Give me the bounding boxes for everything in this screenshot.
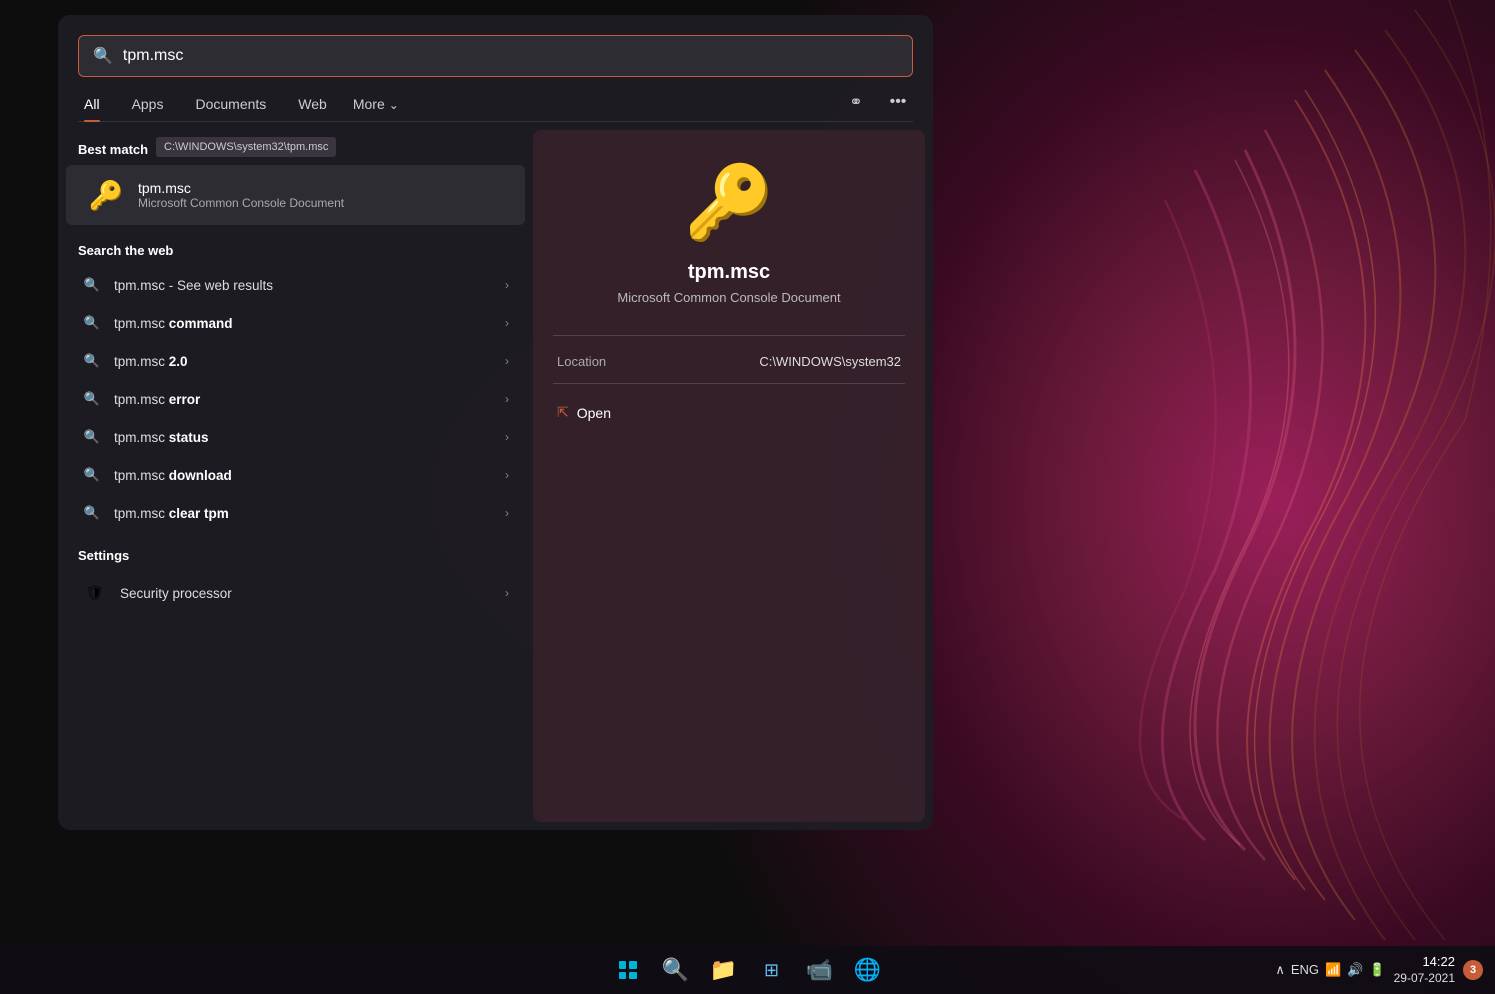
tab-action-icons: ⚭ ••• — [841, 87, 913, 121]
web-search-arrow-2: › — [505, 354, 509, 368]
taskbar: 🔍 📁 ⊞ 📹 🌐 ∧ ENG 📶 🔊 🔋 14:22 29-07-20 — [0, 946, 1495, 994]
search-bar: 🔍 — [78, 35, 913, 77]
location-value: C:\WINDOWS\system32 — [759, 354, 901, 369]
web-search-icon-0: 🔍 — [82, 275, 102, 295]
best-match-desc: Microsoft Common Console Document — [138, 196, 344, 210]
web-search-arrow-1: › — [505, 316, 509, 330]
location-label: Location — [557, 354, 606, 369]
web-search-text-2: tpm.msc 2.0 — [114, 354, 505, 369]
tab-web[interactable]: Web — [282, 88, 343, 120]
taskbar-center: 🔍 📁 ⊞ 📹 🌐 — [606, 948, 890, 992]
right-panel-divider-bottom — [553, 383, 905, 384]
taskbar-widgets-icon: ⊞ — [764, 960, 779, 981]
web-search-icon-1: 🔍 — [82, 313, 102, 333]
web-search-icon-3: 🔍 — [82, 389, 102, 409]
web-search-arrow-0: › — [505, 278, 509, 292]
tabs-bar: All Apps Documents Web More ⚭ ••• — [58, 77, 933, 121]
web-search-item-6[interactable]: 🔍 tpm.msc clear tpm › — [62, 494, 529, 532]
web-search-arrow-5: › — [505, 468, 509, 482]
more-options-icon[interactable]: ••• — [883, 87, 913, 117]
start-button[interactable] — [606, 948, 650, 992]
taskbar-search-icon: 🔍 — [662, 957, 689, 983]
tray-chevron[interactable]: ∧ — [1275, 962, 1285, 978]
search-input[interactable] — [123, 47, 898, 65]
web-search-text-6: tpm.msc clear tpm — [114, 506, 505, 521]
taskbar-teams-icon: 📹 — [806, 957, 833, 983]
settings-section: Settings 🛡 Security processor › — [58, 544, 533, 615]
web-search-icon-4: 🔍 — [82, 427, 102, 447]
right-panel-divider-top — [553, 335, 905, 336]
taskbar-clock[interactable]: 14:22 29-07-2021 — [1394, 954, 1455, 986]
right-panel: 🔑 tpm.msc Microsoft Common Console Docum… — [533, 130, 925, 822]
open-button[interactable]: ⇱ Open — [553, 398, 615, 427]
web-search-arrow-4: › — [505, 430, 509, 444]
taskbar-teams[interactable]: 📹 — [798, 948, 842, 992]
search-icon: 🔍 — [93, 46, 113, 66]
right-panel-app-name: tpm.msc — [688, 261, 770, 284]
web-search-item-1[interactable]: 🔍 tpm.msc command › — [62, 304, 529, 342]
system-tray: ∧ ENG 📶 🔊 🔋 — [1275, 962, 1385, 978]
tab-all[interactable]: All — [78, 88, 116, 120]
taskbar-widgets[interactable]: ⊞ — [750, 948, 794, 992]
best-match-tooltip: C:\WINDOWS\system32\tpm.msc — [156, 137, 336, 157]
web-search-arrow-6: › — [505, 506, 509, 520]
taskbar-browser[interactable]: 🌐 — [846, 948, 890, 992]
taskbar-browser-icon: 🌐 — [854, 957, 881, 983]
content-area: Best match C:\WINDOWS\system32\tpm.msc 🔑… — [58, 122, 933, 830]
notification-badge[interactable]: 3 — [1463, 960, 1483, 980]
web-search-item-2[interactable]: 🔍 tpm.msc 2.0 › — [62, 342, 529, 380]
web-search-text-5: tpm.msc download — [114, 468, 505, 483]
right-panel-app-icon: 🔑 — [684, 160, 774, 245]
web-search-text-0: tpm.msc - See web results — [114, 278, 505, 293]
web-search-item-5[interactable]: 🔍 tpm.msc download › — [62, 456, 529, 494]
best-match-item[interactable]: C:\WINDOWS\system32\tpm.msc 🔑 tpm.msc Mi… — [66, 165, 525, 225]
tab-more[interactable]: More — [343, 88, 409, 120]
web-search-text-1: tpm.msc command — [114, 316, 505, 331]
share-icon[interactable]: ⚭ — [841, 87, 871, 117]
windows-logo-icon — [619, 961, 637, 979]
language-indicator[interactable]: ENG — [1291, 962, 1319, 977]
tab-apps[interactable]: Apps — [116, 88, 180, 120]
volume-icon[interactable]: 🔊 — [1347, 962, 1363, 978]
web-search-item-0[interactable]: 🔍 tpm.msc - See web results › — [62, 266, 529, 304]
search-overlay: 🔍 All Apps Documents Web More ⚭ ••• Best… — [58, 15, 933, 830]
web-search-text-4: tpm.msc status — [114, 430, 505, 445]
clock-time: 14:22 — [1394, 954, 1455, 971]
wifi-icon[interactable]: 📶 — [1325, 962, 1341, 978]
taskbar-right: ∧ ENG 📶 🔊 🔋 14:22 29-07-2021 3 — [1275, 954, 1483, 986]
web-search-section: Search the web 🔍 tpm.msc - See web resul… — [58, 239, 533, 532]
web-search-icon-5: 🔍 — [82, 465, 102, 485]
left-panel: Best match C:\WINDOWS\system32\tpm.msc 🔑… — [58, 122, 533, 830]
security-processor-icon: 🛡 — [82, 580, 108, 606]
right-panel-app-desc: Microsoft Common Console Document — [617, 290, 840, 305]
taskbar-files[interactable]: 📁 — [702, 948, 746, 992]
web-search-label: Search the web — [58, 239, 533, 266]
tab-documents[interactable]: Documents — [179, 88, 282, 120]
settings-arrow: › — [505, 586, 509, 600]
web-search-text-3: tpm.msc error — [114, 392, 505, 407]
taskbar-files-icon: 📁 — [710, 957, 737, 983]
web-search-item-4[interactable]: 🔍 tpm.msc status › — [62, 418, 529, 456]
taskbar-search[interactable]: 🔍 — [654, 948, 698, 992]
best-match-name: tpm.msc — [138, 180, 344, 196]
battery-icon[interactable]: 🔋 — [1369, 962, 1385, 978]
right-panel-location: Location C:\WINDOWS\system32 — [553, 346, 905, 377]
web-search-arrow-3: › — [505, 392, 509, 406]
open-icon: ⇱ — [557, 404, 569, 421]
settings-label: Settings — [58, 544, 533, 571]
more-chevron-icon — [389, 96, 399, 112]
web-search-item-3[interactable]: 🔍 tpm.msc error › — [62, 380, 529, 418]
settings-security-processor[interactable]: 🛡 Security processor › — [62, 571, 529, 615]
open-label: Open — [577, 405, 611, 421]
web-search-icon-6: 🔍 — [82, 503, 102, 523]
web-search-icon-2: 🔍 — [82, 351, 102, 371]
clock-date: 29-07-2021 — [1394, 971, 1455, 987]
security-processor-label: Security processor — [120, 586, 505, 601]
tpm-msc-icon: 🔑 — [86, 175, 126, 215]
best-match-info: tpm.msc Microsoft Common Console Documen… — [138, 180, 344, 210]
